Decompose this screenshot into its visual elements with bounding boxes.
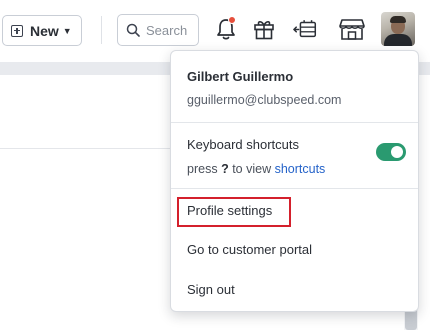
hint-middle: to view <box>232 162 272 176</box>
new-button-label: New <box>30 22 59 39</box>
search-placeholder: Search <box>146 22 188 38</box>
avatar-hair <box>390 16 406 23</box>
menu-divider <box>171 122 418 123</box>
highlight-box <box>177 197 291 227</box>
toggle-knob <box>391 146 403 158</box>
plus-box-icon <box>11 24 23 37</box>
user-name: Gilbert Guillermo <box>187 69 294 84</box>
search-input[interactable]: Search <box>117 14 199 46</box>
hint-key: ? <box>221 162 229 176</box>
store-icon <box>339 19 365 40</box>
user-menu: Gilbert Guillermo gguillermo@clubspeed.c… <box>170 50 419 312</box>
avatar-body <box>384 34 412 46</box>
sign-out-item[interactable]: Sign out <box>187 282 235 297</box>
content-divider <box>0 148 175 149</box>
notification-dot <box>228 16 236 24</box>
gifts-button[interactable] <box>251 16 277 42</box>
keyboard-shortcuts-toggle[interactable] <box>376 143 406 161</box>
queue-button[interactable] <box>293 16 319 42</box>
chevron-down-icon: ▼ <box>62 25 72 36</box>
user-email: gguillermo@clubspeed.com <box>187 93 342 107</box>
new-button[interactable]: New ▼ <box>2 15 82 46</box>
queue-icon <box>293 20 317 38</box>
menu-divider <box>171 188 418 189</box>
hint-prefix: press <box>187 162 218 176</box>
toolbar-divider <box>101 16 102 44</box>
shortcuts-link[interactable]: shortcuts <box>275 162 326 176</box>
store-button[interactable] <box>339 16 365 42</box>
page: New ▼ Search Gilbert Guillermo gguillerm… <box>0 0 430 330</box>
avatar[interactable] <box>381 12 415 46</box>
search-icon <box>126 23 140 37</box>
gift-icon <box>254 21 274 40</box>
keyboard-shortcuts-label: Keyboard shortcuts <box>187 137 300 152</box>
keyboard-shortcuts-hint: press ? to view shortcuts <box>187 162 325 176</box>
customer-portal-item[interactable]: Go to customer portal <box>187 242 312 257</box>
